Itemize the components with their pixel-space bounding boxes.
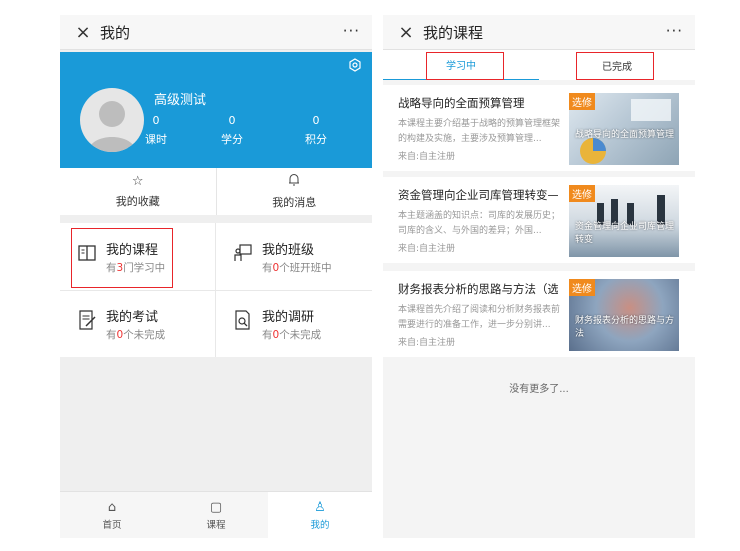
- elective-badge: 选修: [569, 185, 595, 202]
- bell-icon: [288, 173, 300, 190]
- course-description: 本课程首先介绍了阅读和分析财务报表前需要进行的准备工作，进一步分别讲...: [398, 305, 561, 330]
- course-source: 来自:自主注册: [398, 244, 456, 254]
- course-thumbnail: 选修 战略导向的全面预算管理: [569, 93, 679, 165]
- tab-mine-label: 我的: [310, 519, 330, 531]
- person-icon: ♙: [314, 499, 326, 515]
- my-classes-title: 我的班级: [262, 243, 315, 258]
- course-card[interactable]: 战略导向的全面预算管理 本课程主要介绍基于战略的预算管理框架的构建及实施，主要涉…: [383, 85, 695, 171]
- course-title: 财务报表分析的思路与方法（选...: [398, 282, 558, 296]
- course-card[interactable]: 财务报表分析的思路与方法（选... 本课程首先介绍了阅读和分析财务报表前需要进行…: [383, 271, 695, 357]
- page-title: 我的: [100, 23, 131, 42]
- stat-credits: 0 学分: [221, 114, 243, 146]
- gear-icon[interactable]: [348, 58, 362, 72]
- survey-search-icon: [235, 310, 250, 330]
- course-source: 来自:自主注册: [398, 338, 456, 348]
- stat-class-hours: 0 课时: [145, 114, 167, 146]
- tab-home[interactable]: ⌂ 首页: [60, 492, 164, 538]
- title-bar: × 我的课程 ···: [383, 15, 695, 50]
- course-title: 资金管理向企业司库管理转变——: [398, 188, 558, 202]
- course-title: 战略导向的全面预算管理: [398, 96, 525, 110]
- tab-home-label: 首页: [102, 519, 122, 531]
- highlight-box: [71, 228, 173, 288]
- highlight-box: [576, 52, 654, 80]
- elective-badge: 选修: [569, 93, 595, 110]
- tab-courses-label: 课程: [206, 519, 226, 531]
- more-icon[interactable]: ···: [343, 22, 360, 40]
- my-surveys-subtitle: 有0个未完成: [262, 329, 322, 341]
- my-exams-title: 我的考试: [106, 310, 159, 325]
- stat-points: 0 积分: [305, 114, 327, 146]
- home-icon: ⌂: [107, 499, 117, 515]
- course-thumbnail: 选修 资金管理向企业司库管理转变: [569, 185, 679, 257]
- course-description: 本主题涵盖的知识点：司库的发展历史；司库的含义、与外国的差异；外国...: [398, 211, 561, 236]
- page-title: 我的课程: [423, 23, 484, 42]
- thumbnail-caption: 资金管理向企业司库管理转变: [575, 222, 675, 245]
- elective-badge: 选修: [569, 279, 595, 296]
- my-messages-button[interactable]: 我的消息: [217, 168, 373, 215]
- my-surveys-tile[interactable]: 我的调研 有0个未完成: [216, 290, 372, 357]
- exam-paper-icon: [79, 310, 96, 330]
- book-icon: ▢: [209, 499, 223, 515]
- course-card[interactable]: 资金管理向企业司库管理转变—— 本主题涵盖的知识点：司库的发展历史；司库的含义、…: [383, 177, 695, 263]
- my-surveys-title: 我的调研: [262, 310, 315, 325]
- highlight-box: [426, 52, 504, 80]
- course-thumbnail: 选修 财务报表分析的思路与方法: [569, 279, 679, 351]
- my-courses-screen: × 我的课程 ··· 学习中 已完成 战略导向的全面预算管理 本课程主要介绍基于…: [383, 15, 695, 538]
- thumbnail-caption: 战略导向的全面预算管理: [575, 130, 675, 140]
- my-favorites-button[interactable]: ☆ 我的收藏: [60, 168, 217, 215]
- my-exams-subtitle: 有0个未完成: [106, 329, 166, 341]
- star-icon: ☆: [131, 174, 144, 189]
- title-bar: × 我的 ···: [60, 15, 372, 50]
- tab-mine[interactable]: ♙ 我的: [268, 492, 372, 538]
- classroom-icon: [234, 244, 252, 261]
- more-icon[interactable]: ···: [666, 22, 683, 40]
- user-silhouette-icon: [88, 101, 136, 152]
- bottom-tab-bar: ⌂ 首页 ▢ 课程 ♙ 我的: [60, 491, 372, 538]
- profile-header: 高级测试 0 课时 0 学分 0 积分: [60, 52, 372, 168]
- quick-links: ☆ 我的收藏 我的消息: [60, 168, 372, 215]
- my-classes-subtitle: 有0个班开班中: [262, 262, 332, 274]
- my-favorites-label: 我的收藏: [115, 195, 160, 208]
- close-icon[interactable]: ×: [72, 21, 94, 43]
- tab-courses[interactable]: ▢ 课程: [164, 492, 268, 538]
- user-name: 高级测试: [154, 93, 207, 108]
- course-source: 来自:自主注册: [398, 152, 456, 162]
- course-description: 本课程主要介绍基于战略的预算管理框架的构建及实施，主要涉及预算管理...: [398, 119, 561, 144]
- avatar[interactable]: [80, 88, 144, 152]
- my-messages-label: 我的消息: [272, 196, 317, 209]
- thumbnail-caption: 财务报表分析的思路与方法: [575, 316, 675, 339]
- my-page-screen: × 我的 ··· 高级测试 0 课时 0 学分 0 积分 ☆ 我的收藏 我的消息…: [60, 15, 372, 538]
- my-classes-tile[interactable]: 我的班级 有0个班开班中: [216, 223, 372, 290]
- no-more-text: 没有更多了...: [509, 384, 569, 395]
- close-icon[interactable]: ×: [395, 21, 417, 43]
- my-exams-tile[interactable]: 我的考试 有0个未完成: [60, 290, 216, 357]
